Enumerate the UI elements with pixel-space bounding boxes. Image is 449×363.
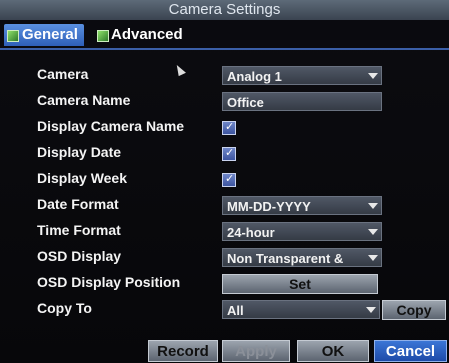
- tab-advanced[interactable]: Advanced: [95, 24, 183, 46]
- checkmark-icon: ✓: [225, 173, 235, 185]
- osd-position-set-button[interactable]: Set: [222, 274, 378, 294]
- tab-general-label: General: [22, 26, 78, 43]
- osd-display-label: OSD Display: [37, 248, 122, 264]
- tab-underline: [0, 48, 449, 50]
- time-format-value: 24-hour: [227, 225, 275, 240]
- camera-select[interactable]: Analog 1: [222, 66, 382, 85]
- copy-to-select[interactable]: All: [222, 300, 380, 319]
- tab-general[interactable]: General: [4, 24, 84, 46]
- camera-name-label: Camera Name: [37, 92, 131, 108]
- camera-select-value: Analog 1: [227, 69, 282, 84]
- mouse-pointer-icon: [174, 62, 186, 77]
- dropdown-arrow-icon: [368, 73, 378, 79]
- copy-to-label: Copy To: [37, 300, 92, 316]
- date-format-select[interactable]: MM-DD-YYYY: [222, 196, 382, 215]
- general-tab-icon: [7, 30, 19, 42]
- display-date-label: Display Date: [37, 144, 122, 160]
- display-camera-name-checkbox[interactable]: ✓: [222, 121, 236, 135]
- cancel-button[interactable]: Cancel: [374, 340, 447, 362]
- tab-bar: General Advanced: [0, 20, 449, 48]
- checkmark-icon: ✓: [225, 147, 235, 159]
- osd-display-select[interactable]: Non Transparent &: [222, 248, 382, 267]
- dialog-title: Camera Settings: [0, 0, 449, 20]
- dropdown-arrow-icon: [368, 255, 378, 261]
- date-format-label: Date Format: [37, 196, 119, 212]
- display-date-checkbox[interactable]: ✓: [222, 147, 236, 161]
- osd-display-position-label: OSD Display Position: [37, 274, 181, 290]
- display-week-label: Display Week: [37, 170, 128, 186]
- record-button[interactable]: Record: [148, 340, 218, 362]
- camera-name-input[interactable]: Office: [222, 92, 382, 111]
- camera-label: Camera: [37, 66, 89, 82]
- dropdown-arrow-icon: [366, 307, 376, 313]
- dropdown-arrow-icon: [368, 203, 378, 209]
- copy-button[interactable]: Copy: [382, 300, 446, 320]
- display-week-checkbox[interactable]: ✓: [222, 173, 236, 187]
- checkmark-icon: ✓: [225, 121, 235, 133]
- time-format-label: Time Format: [37, 222, 121, 238]
- advanced-tab-icon: [97, 30, 109, 42]
- tab-advanced-label: Advanced: [111, 26, 183, 43]
- camera-name-value: Office: [227, 95, 264, 110]
- osd-display-value: Non Transparent &: [227, 251, 344, 266]
- date-format-value: MM-DD-YYYY: [227, 199, 311, 214]
- ok-button[interactable]: OK: [297, 340, 369, 362]
- time-format-select[interactable]: 24-hour: [222, 222, 382, 241]
- camera-settings-dialog: Camera Settings General Advanced Camera …: [0, 0, 449, 363]
- apply-button[interactable]: Apply: [222, 340, 290, 362]
- dropdown-arrow-icon: [368, 229, 378, 235]
- display-camera-name-label: Display Camera Name: [37, 118, 185, 134]
- copy-to-value: All: [227, 303, 244, 318]
